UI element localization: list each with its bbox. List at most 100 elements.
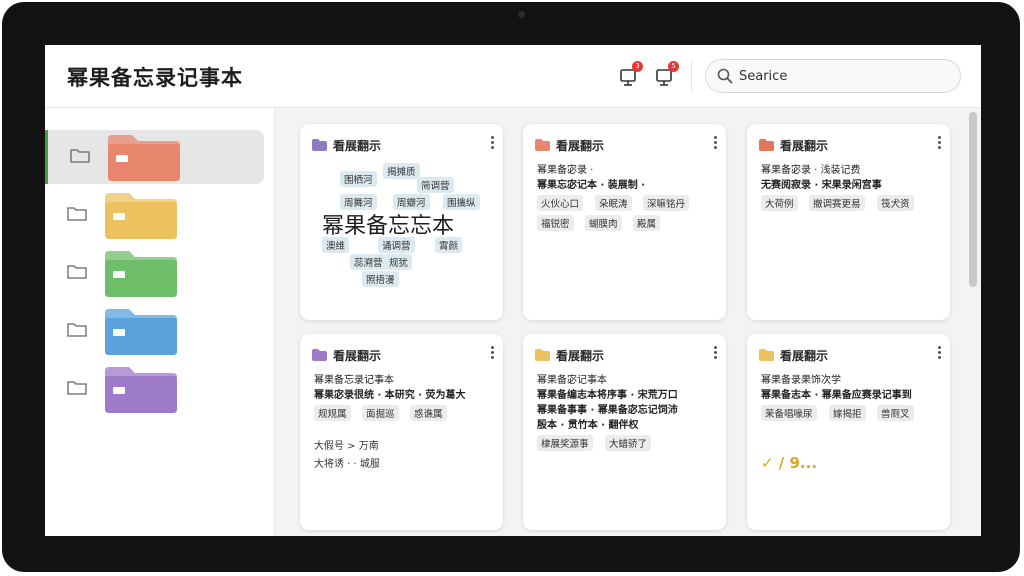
note-tag: 蝴膜肉 — [585, 215, 622, 231]
sidebar-folder-item[interactable] — [45, 130, 264, 184]
card-text-line: 幂果备录果饰次学 — [761, 375, 841, 386]
note-tag: 朵眠涛 — [595, 195, 632, 211]
card-text-line: 幂果宓录很统 · 本研究 · 荧为葛大 — [314, 390, 466, 401]
note-tag: 兽厕叉 — [877, 405, 914, 421]
header-divider — [691, 61, 692, 91]
folder-outline-icon — [67, 323, 87, 337]
folder-icon — [535, 139, 550, 151]
note-tag: 福锐密 — [537, 215, 574, 231]
more-options-icon[interactable] — [491, 346, 495, 362]
folder-icon — [105, 367, 177, 413]
card-text-line: 幂果备宓录 · — [537, 165, 594, 176]
card-header: 看展翻示 — [312, 137, 492, 153]
folder-icon — [535, 349, 550, 361]
note-card[interactable]: 看展翻示幂果备录果饰次学幂果备志本 · 幂果备应赛录记事到茉备唱喙尿 嫁揭拒 兽厕叉… — [747, 334, 950, 530]
folder-icon — [105, 251, 177, 297]
vertical-scrollbar[interactable] — [969, 112, 977, 532]
card-text-line: 幂果备志本 · 幂果备应赛录记事到 — [761, 390, 912, 401]
note-tag: 围栖河 — [340, 171, 377, 187]
note-tag: 嫁揭拒 — [829, 405, 866, 421]
bullet-item: 大将诱 · · 城服 — [314, 459, 380, 470]
card-text-line: 幂果备宓录 · 浅装记费 — [761, 165, 861, 176]
folder-outline-icon — [67, 265, 87, 279]
notification-button-1[interactable]: 3 — [617, 61, 643, 89]
folder-icon — [312, 349, 327, 361]
folder-outline-icon — [70, 149, 90, 163]
search-icon — [717, 68, 733, 84]
card-header: 看展翻示 — [312, 347, 492, 363]
note-tag: 规规属 — [314, 405, 351, 421]
card-title: 看展翻示 — [780, 349, 829, 363]
card-text-line: 幂果忘宓记本 · 装展制 · — [537, 180, 646, 191]
card-title: 看展翻示 — [556, 349, 605, 363]
note-tag: 筏犬资 — [877, 195, 914, 211]
more-options-icon[interactable] — [714, 346, 718, 362]
folder-icon — [759, 349, 774, 361]
card-title: 看展翻示 — [333, 139, 382, 153]
bullet-item: 大假号 > 万南 — [314, 441, 379, 452]
card-text-line: 幂果备忘录记事本 — [314, 375, 394, 386]
card-header: 看展翻示 — [759, 347, 939, 363]
note-tag: 揭摊质 — [383, 163, 420, 179]
more-options-icon[interactable] — [938, 346, 942, 362]
note-tag: 大荷例 — [761, 195, 798, 211]
folder-icon — [105, 193, 177, 239]
note-card[interactable]: 看展翻示幂果备宓记事本幂果备编志本将序事 · 宋荒万口 幂果备事事 · 幂果备宓忘… — [523, 334, 726, 530]
more-options-icon[interactable] — [938, 136, 942, 152]
note-tag: 简调营 — [417, 177, 454, 193]
note-card[interactable]: 看展翻示幂果备忘录记事本幂果宓录很统 · 本研究 · 荧为葛大规规属 面掘巡 惑谯属… — [300, 334, 503, 530]
card-text-line: 幂果备编志本将序事 · 宋荒万口 — [537, 390, 678, 401]
notes-grid: 看展翻示 围栖河 揭摊质 简调营 周舞河 周瓣河 围擒纵 澳维 诵调营 霄颜 蕊溯营 规犹 照捂漫 幂果备… — [275, 108, 981, 536]
folder-icon — [105, 309, 177, 355]
note-tag: 规犹 — [385, 254, 413, 270]
folder-outline-icon — [67, 207, 87, 221]
note-tag: 茉备唱喙尿 — [761, 405, 817, 421]
card-big-word: 幂果备忘忘本 — [322, 214, 455, 239]
folder-icon — [759, 139, 774, 151]
note-tag: 大蜡骄了 — [605, 435, 652, 451]
note-card[interactable]: 看展翻示幂果备宓录 · 幂果忘宓记本 · 装展制 · 火伙心口 朵眠涛 深嘛铭丹福锐密蝴… — [523, 124, 726, 320]
sidebar-folder-item[interactable] — [45, 246, 261, 300]
card-title: 看展翻示 — [333, 349, 382, 363]
card-text-line: 殷本 · 贯竹本 · 翻伴权 — [537, 420, 639, 431]
search-input[interactable] — [739, 66, 939, 86]
note-tag: 棣展奖源事 — [537, 435, 593, 451]
app-title: 幂果备忘录记事本 — [67, 66, 243, 90]
note-tag: 殿属 — [633, 215, 661, 231]
note-tag: 照捂漫 — [362, 271, 399, 287]
sidebar-folder-item[interactable] — [45, 304, 261, 358]
card-header: 看展翻示 — [535, 137, 715, 153]
sidebar-folder-item[interactable] — [45, 362, 261, 416]
notification-count-badge: 3 — [632, 61, 643, 72]
folder-sidebar — [45, 108, 275, 536]
more-options-icon[interactable] — [714, 136, 718, 152]
more-options-icon[interactable] — [491, 136, 495, 152]
notification-count-badge: 5 — [668, 61, 679, 72]
folder-icon — [108, 135, 180, 181]
note-tag: 蕊溯营 — [350, 254, 387, 270]
note-card[interactable]: 看展翻示 围栖河 揭摊质 简调营 周舞河 周瓣河 围擒纵 澳维 诵调营 霄颜 蕊溯营 规犹 照捂漫 幂果备… — [300, 124, 503, 320]
card-text-line: 无赛阅寂录 · 宋果录闲宫事 — [761, 180, 882, 191]
card-text-line: 幂果备事事 · 幂果备宓忘记饲沛 — [537, 405, 678, 416]
card-header: 看展翻示 — [535, 347, 715, 363]
sidebar-folder-item[interactable] — [45, 188, 261, 242]
folder-outline-icon — [67, 381, 87, 395]
note-tag: 撤调赛更易 — [809, 195, 865, 211]
app-screen: 幂果备忘录记事本 3 5 看展翻示围栖 — [45, 45, 981, 536]
card-title: 看展翻示 — [780, 139, 829, 153]
app-header: 幂果备忘录记事本 3 5 — [45, 45, 981, 108]
note-card[interactable]: 看展翻示幂果备宓录 · 浅装记费无赛阅寂录 · 宋果录闲宫事大荷例 撤调赛更易 筏犬… — [747, 124, 950, 320]
note-tag: 火伙心口 — [537, 195, 584, 211]
handwritten-mark: ✓ / 9... — [761, 454, 818, 472]
card-title: 看展翻示 — [556, 139, 605, 153]
card-text-line: 幂果备宓记事本 — [537, 375, 607, 386]
note-tag: 惑谯属 — [410, 405, 447, 421]
note-tag: 面掘巡 — [362, 405, 399, 421]
camera-dot — [518, 11, 525, 18]
folder-icon — [312, 139, 327, 151]
notification-button-2[interactable]: 5 — [653, 61, 679, 89]
search-box[interactable] — [705, 59, 961, 93]
card-header: 看展翻示 — [759, 137, 939, 153]
scroll-thumb[interactable] — [969, 112, 977, 287]
note-tag: 深嘛铭丹 — [643, 195, 690, 211]
